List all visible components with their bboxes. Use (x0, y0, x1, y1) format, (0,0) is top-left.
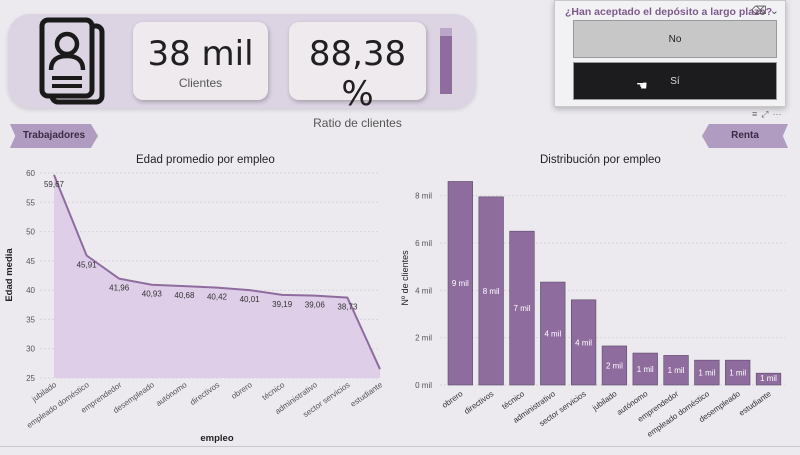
bar-x-tick-label: estudiante (737, 389, 773, 418)
bar-data-label: 7 mil (514, 304, 531, 313)
bar-y-tick-label: 8 mil (415, 192, 432, 201)
bar-data-label: 8 mil (483, 287, 500, 296)
bar-y-axis-title: Nº de clientes (400, 250, 410, 306)
bar-data-label: 1 mil (760, 374, 777, 383)
bar-x-tick-label: obrero (440, 389, 465, 410)
bar-data-label: 1 mil (668, 366, 685, 375)
bar-y-tick-label: 0 mil (415, 381, 432, 390)
bar-data-label: 4 mil (575, 338, 592, 347)
bar-data-label: 2 mil (606, 361, 623, 370)
bar-x-tick-label: directivos (462, 389, 495, 416)
bar-y-tick-label: 6 mil (415, 239, 432, 248)
bar-chart[interactable]: 0 mil 2 mil 4 mil 6 mil 8 mil 9 mil obrero 8 mi… (0, 0, 800, 455)
bar-data-label: 1 mil (637, 365, 654, 374)
bar-data-label: 1 mil (729, 369, 746, 378)
bar-data-label: 9 mil (452, 279, 469, 288)
bar-data-label: 1 mil (698, 369, 715, 378)
bar-y-tick-label: 4 mil (415, 286, 432, 295)
bar-data-label: 4 mil (544, 330, 561, 339)
bar-y-tick-label: 2 mil (415, 334, 432, 343)
bar-x-tick-label: técnico (500, 389, 526, 411)
page-bottom-divider (0, 446, 800, 447)
